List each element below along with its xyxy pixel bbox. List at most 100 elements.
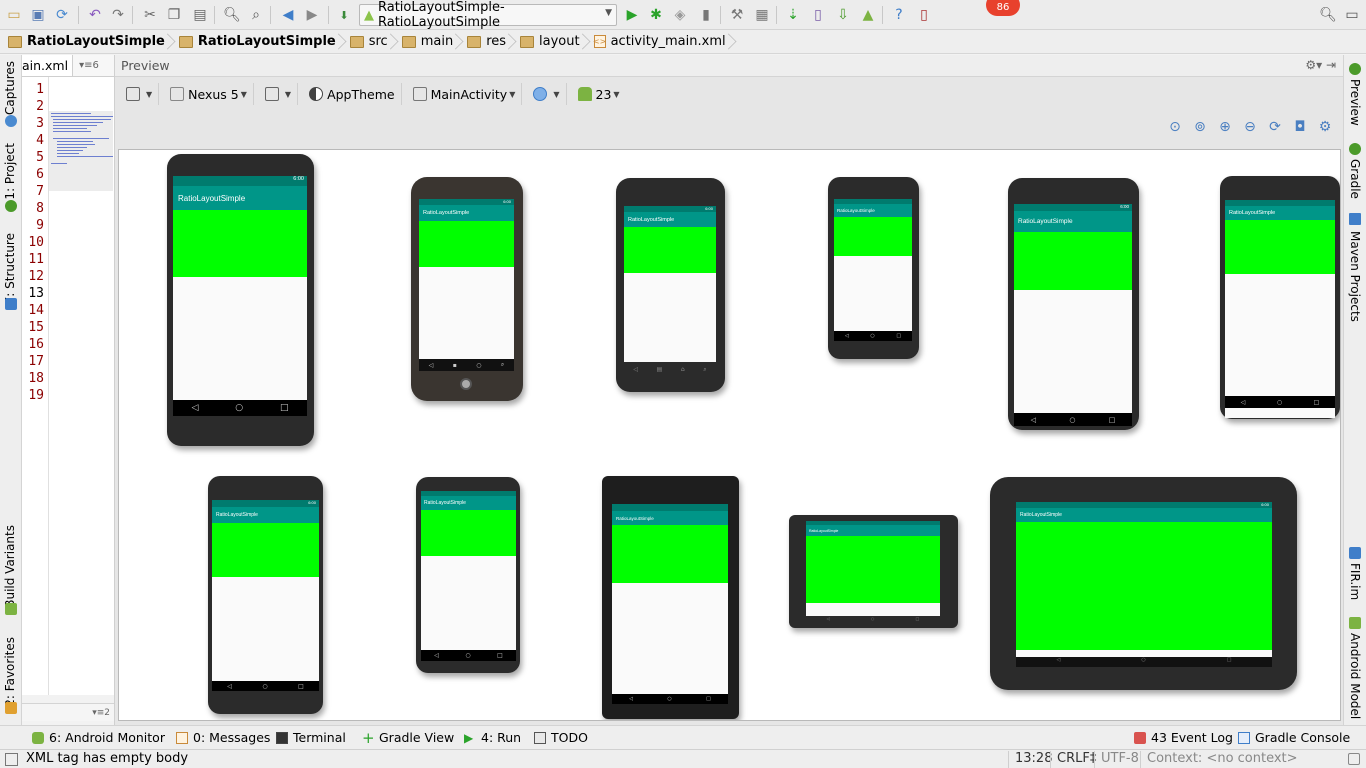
android-model-tab[interactable]: Android Model <box>1348 633 1362 719</box>
sync-icon[interactable]: ⟳ <box>52 5 72 25</box>
search-everywhere-icon[interactable]: 🔍︎ <box>1318 5 1338 25</box>
line-number: 13 <box>28 286 44 301</box>
coverage-icon[interactable]: ◈ <box>670 5 690 25</box>
messages-button[interactable]: 0: Messages <box>176 730 270 745</box>
file-encoding[interactable]: UTF-8 <box>1094 751 1139 768</box>
zoom-actual-icon[interactable]: ⊚ <box>1192 119 1208 135</box>
android-device-monitor-icon[interactable]: ▲ <box>858 5 878 25</box>
todo-button[interactable]: TODO <box>534 730 588 745</box>
zoom-in-icon[interactable]: ⊕ <box>1217 119 1233 135</box>
save-icon[interactable]: ▣ <box>28 5 48 25</box>
captures-tab[interactable]: Captures <box>3 61 17 115</box>
folder-icon <box>349 35 364 48</box>
forward-icon[interactable]: ▶ <box>302 5 322 25</box>
refresh-icon[interactable]: ⟳ <box>1267 119 1283 135</box>
line-number: 5 <box>36 150 44 165</box>
tab-list-icon[interactable]: ▾≡6 <box>79 60 99 71</box>
breadcrumb-item[interactable]: main <box>394 31 459 53</box>
copy-icon[interactable]: ❐ <box>164 5 184 25</box>
line-separator[interactable]: CRLF‡ <box>1050 751 1096 768</box>
layout-icon[interactable]: ▭ <box>1342 5 1362 25</box>
caret-position[interactable]: 13:28 <box>1008 751 1052 768</box>
editor-tab-activity-main[interactable]: ain.xml <box>22 55 74 76</box>
project-structure-icon[interactable]: ▦ <box>752 5 772 25</box>
ratio-view <box>421 510 516 556</box>
editor-gutter: 1 2 3 4 5 6 7 8 9 10 11 12 13 14 15 16 17 18 19 <box>22 77 49 695</box>
breadcrumb-item[interactable]: RatioLayoutSimple <box>171 31 342 53</box>
gradle-tab[interactable]: Gradle <box>1348 159 1362 199</box>
home-icon: ○ <box>262 682 268 690</box>
locale-select[interactable]: ▼ <box>530 83 567 105</box>
status-time: 6:00 <box>308 500 316 505</box>
open-folder-icon[interactable]: ▭ <box>4 5 24 25</box>
preview-settings-icon[interactable]: ⚙▾ ⇥ <box>1305 55 1336 76</box>
avd-manager-icon[interactable]: ▯ <box>808 5 828 25</box>
breadcrumb-item[interactable]: src <box>342 31 394 53</box>
paste-icon[interactable]: ▤ <box>190 5 210 25</box>
redo-icon[interactable]: ↷ <box>108 5 128 25</box>
build-variants-tab[interactable]: Build Variants <box>3 525 17 608</box>
back-icon: ◁ <box>227 682 232 690</box>
activity-select[interactable]: MainActivity ▼ <box>410 83 523 105</box>
breadcrumb-item[interactable]: res <box>459 31 512 53</box>
design-surface-select[interactable]: ▼ <box>123 83 160 105</box>
line-number: 7 <box>36 184 44 199</box>
run-icon[interactable]: ▶ <box>622 5 642 25</box>
structure-tab[interactable]: 7: Structure <box>3 233 17 304</box>
gear-icon[interactable]: ⚙ <box>1317 119 1333 135</box>
line-number: 17 <box>28 354 44 369</box>
breadcrumb-item[interactable]: RatioLayoutSimple <box>0 31 171 53</box>
firim-tab[interactable]: FIR.im <box>1348 563 1362 600</box>
notification-badge[interactable]: 86 <box>986 0 1020 16</box>
breadcrumb-item[interactable]: layout <box>512 31 586 53</box>
terminal-button[interactable]: Terminal <box>276 730 346 745</box>
zoom-out-icon[interactable]: ⊖ <box>1242 119 1258 135</box>
breadcrumb-item[interactable]: <> activity_main.xml <box>586 31 732 53</box>
event-indicator-icon[interactable] <box>1348 753 1360 765</box>
undo-icon[interactable]: ↶ <box>85 5 105 25</box>
theme-select[interactable]: AppTheme <box>306 83 402 105</box>
favorites-tab[interactable]: 2: Favorites <box>3 637 17 707</box>
replace-icon[interactable]: ⌕ <box>246 5 266 25</box>
sync-gradle-icon[interactable]: ⇣ <box>783 5 803 25</box>
device-select[interactable]: Nexus 5 ▼ <box>167 83 254 105</box>
device-screen: 6:00 RatioLayoutSimple <box>624 206 716 362</box>
maven-projects-tab[interactable]: Maven Projects <box>1348 231 1362 322</box>
run-configuration-select[interactable]: ▲ RatioLayoutSimple-RatioLayoutSimple ▼ <box>359 0 617 30</box>
project-tab[interactable]: 1: Project <box>3 143 17 200</box>
activity-label: MainActivity <box>430 86 508 102</box>
line-number: 14 <box>28 303 44 318</box>
todo-icon <box>534 731 546 744</box>
make-project-icon[interactable]: ⬇ <box>334 5 354 25</box>
toggle-tool-windows-icon[interactable] <box>5 753 18 766</box>
api-level-select[interactable]: 23 ▼ <box>575 83 626 105</box>
editor-tab-overflow[interactable]: ▾≡2 <box>22 703 114 721</box>
context-selector[interactable]: Context: <no context> <box>1140 751 1298 768</box>
gradle-view-button[interactable]: + Gradle View <box>362 730 454 745</box>
debug-icon[interactable]: ✱ <box>646 5 666 25</box>
android-monitor-button[interactable]: 6: Android Monitor <box>32 730 165 745</box>
orientation-select[interactable]: ▼ <box>262 83 299 105</box>
fir-icon[interactable]: ▯ <box>914 5 934 25</box>
sdk-manager-icon[interactable]: ⇩ <box>833 5 853 25</box>
help-icon[interactable]: ? <box>889 5 909 25</box>
run-button[interactable]: ▶ 4: Run <box>464 730 521 745</box>
gradle-console-button[interactable]: Gradle Console <box>1238 730 1350 745</box>
preview-tab[interactable]: Preview <box>1348 79 1362 126</box>
app-title: RatioLayoutSimple <box>624 212 716 227</box>
device-screen: 6:00 RatioLayoutSimple ◁ ○ □ <box>1014 204 1132 426</box>
zoom-to-fit-icon[interactable]: ⊙ <box>1167 119 1183 135</box>
event-log-button[interactable]: 43 Event Log <box>1134 730 1233 745</box>
nav-bar: ◁ ○ □ <box>806 616 940 624</box>
breadcrumb-label: src <box>368 34 388 49</box>
find-icon[interactable]: 🔍︎ <box>222 5 242 25</box>
settings-icon[interactable]: ⚒ <box>727 5 747 25</box>
cut-icon[interactable]: ✂ <box>140 5 160 25</box>
attach-debugger-icon[interactable]: ▮ <box>696 5 716 25</box>
search-icon: ⌕ <box>500 361 505 368</box>
back-icon[interactable]: ◀ <box>278 5 298 25</box>
trackball-icon <box>460 378 472 390</box>
screenshot-icon[interactable]: ◘ <box>1292 119 1308 135</box>
preview-canvas[interactable]: 6:00 RatioLayoutSimple ◁ ○ □ 6:00 RatioLay… <box>118 149 1341 721</box>
messages-icon <box>176 731 188 744</box>
